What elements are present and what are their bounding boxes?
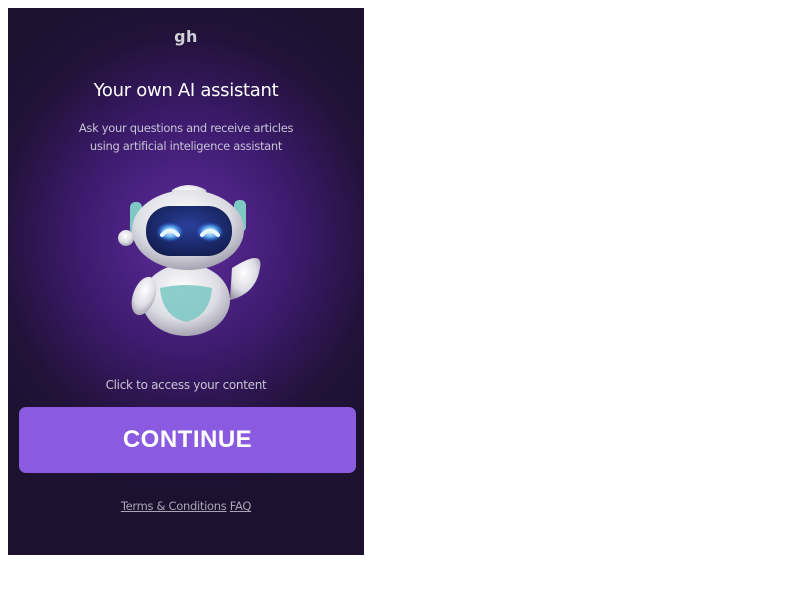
app-logo: gh (174, 27, 198, 46)
cta-hint: Click to access your content (105, 378, 267, 392)
continue-button[interactable]: CONTINUE (19, 407, 356, 473)
subtitle-line-2: using artificial inteligence assistant (89, 139, 283, 153)
onboarding-screen: gh Your own AI assistant Ask your questi… (8, 8, 364, 555)
page-title: Your own AI assistant (93, 80, 279, 101)
faq-link[interactable]: FAQ (230, 499, 252, 513)
footer-links: Terms & Conditions FAQ (8, 499, 364, 513)
page-subtitle: Ask your questions and receive articles … (48, 119, 324, 155)
robot-arm (230, 258, 261, 300)
subtitle-line-1: Ask your questions and receive articles (78, 121, 294, 135)
terms-link[interactable]: Terms & Conditions (121, 499, 227, 513)
robot-mascot-icon (118, 185, 261, 336)
